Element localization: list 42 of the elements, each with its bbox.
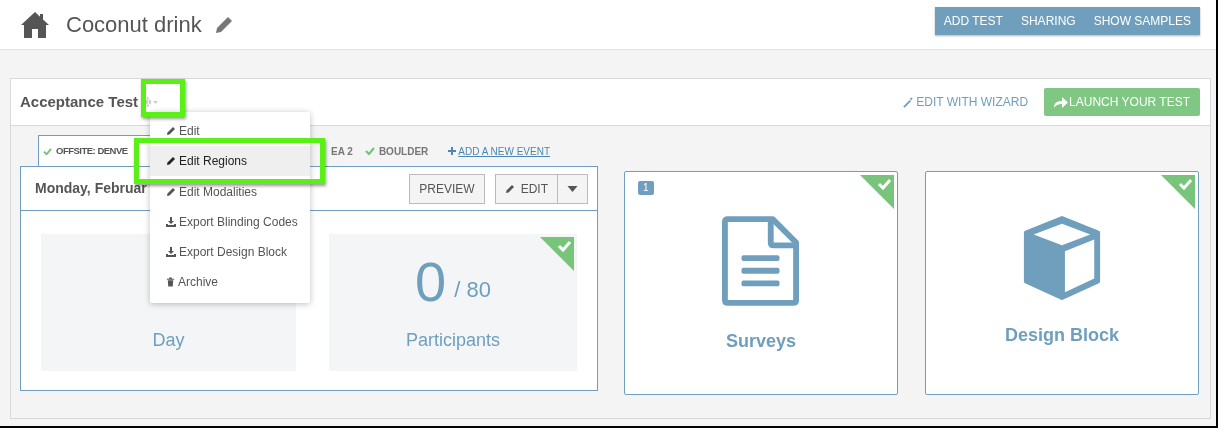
menu-item[interactable]: Edit (150, 124, 310, 138)
pencil-icon (213, 14, 234, 35)
event-tab[interactable]: EA 2 (325, 135, 359, 167)
dropdown-button[interactable] (558, 173, 588, 204)
document-icon (722, 216, 800, 306)
share-arrow-icon (1054, 96, 1069, 108)
pencil-icon (166, 187, 176, 197)
menu-item[interactable]: Edit Modalities (150, 185, 310, 199)
wand-icon (903, 96, 915, 108)
trash-icon (166, 277, 175, 287)
header-button[interactable]: SHARING (1011, 6, 1085, 35)
home-icon (20, 10, 50, 39)
page-title: Coconut drink (66, 11, 202, 39)
add-event-link[interactable]: ADD A NEW EVENT (448, 135, 550, 167)
header-button[interactable]: ADD TEST (934, 6, 1012, 35)
stat-label: Participants (405, 329, 500, 352)
stat-value: 0 (415, 254, 447, 310)
pencil-icon (504, 183, 515, 194)
header-button[interactable]: SHOW SAMPLES (1084, 6, 1200, 35)
wizard-link[interactable]: EDIT WITH WIZARD (903, 93, 1029, 111)
test-title: Acceptance Test (20, 91, 139, 112)
tile-label: Surveys (725, 330, 797, 353)
module-tile[interactable]: 1 Surveys (624, 171, 898, 395)
stat-total: / 80 (454, 276, 491, 304)
count-badge: 1 (638, 181, 654, 195)
plus-icon (448, 147, 457, 155)
download-icon (166, 217, 176, 227)
check-icon (43, 147, 52, 156)
event-tab[interactable]: BOULDER (358, 135, 435, 167)
caret-icon (567, 185, 578, 192)
module-tile[interactable]: Design Block (925, 171, 1199, 395)
stat-label: Day (152, 329, 185, 352)
tile-label: Design Block (1005, 324, 1119, 347)
menu-item[interactable]: Edit Regions (150, 146, 310, 176)
menu-item[interactable]: Archive (150, 275, 310, 289)
menu-item[interactable]: Export Design Block (150, 245, 310, 259)
check-icon (364, 147, 375, 155)
preview-button[interactable]: PREVIEW (409, 173, 485, 204)
event-date: Monday, Februar (35, 179, 147, 198)
menu-item[interactable]: Export Blinding Codes (150, 215, 310, 229)
edit-button[interactable]: EDIT (494, 173, 558, 204)
download-icon (166, 247, 176, 257)
